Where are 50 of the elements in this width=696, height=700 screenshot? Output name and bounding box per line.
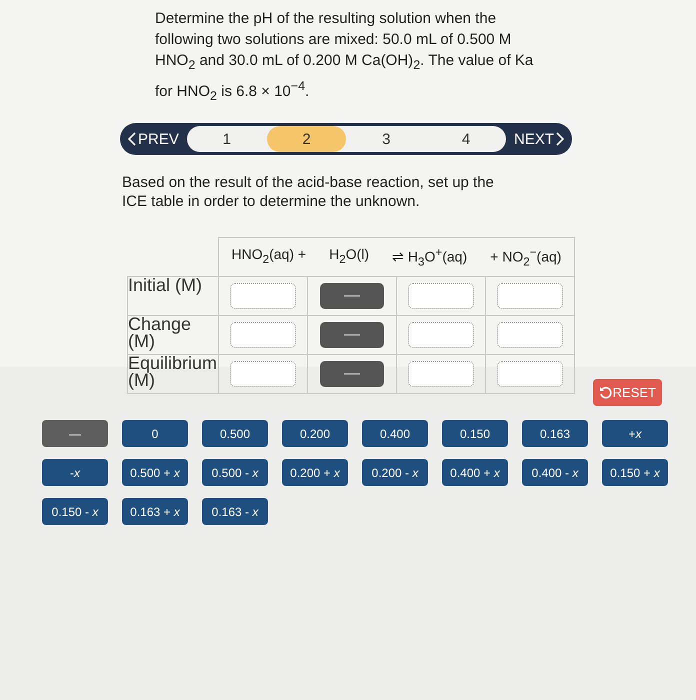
answer-tile[interactable]: 0 bbox=[122, 420, 188, 447]
answer-tile[interactable]: 0.200 + x bbox=[282, 459, 348, 486]
question-text: Determine the pH of the resulting solution when the following two solutions are mixed: 50.0 mL of 0.500 M HNO$_{2}$ and 30.0 mL of 0.200 M Ca(OH)$_{2}$. The value of Ka for HNO$_{2}$ is 6.8 × 10$^{−4}$. bbox=[155, 9, 534, 105]
equation-term: + NO$_{2}$$^{−}$(aq) bbox=[490, 246, 562, 268]
chevron-right-icon bbox=[556, 132, 564, 146]
answer-tile[interactable]: — bbox=[42, 420, 108, 447]
drop-slot[interactable] bbox=[408, 322, 474, 348]
drop-slot[interactable] bbox=[408, 361, 474, 387]
answer-tile[interactable]: 0.200 - x bbox=[362, 459, 428, 486]
row-label: Initial (M) bbox=[128, 275, 202, 295]
answer-tile[interactable]: 0.500 bbox=[202, 420, 268, 447]
disabled-slot: — bbox=[320, 283, 384, 309]
drop-slot[interactable] bbox=[497, 361, 563, 387]
drop-slot[interactable] bbox=[230, 361, 296, 387]
row-label: Equilibrium (M) bbox=[128, 353, 218, 390]
row-label: Change (M) bbox=[128, 314, 192, 351]
step-tab[interactable]: 1 bbox=[186, 126, 267, 152]
disabled-slot: — bbox=[320, 322, 384, 348]
equation-term: ⇌ H$_{3}$O$^{+}$(aq) bbox=[392, 246, 468, 268]
next-button[interactable]: NEXT bbox=[506, 130, 572, 148]
drop-slot[interactable] bbox=[230, 322, 296, 348]
answer-tile[interactable]: 0.150 + x bbox=[602, 459, 668, 486]
step-tab[interactable]: 3 bbox=[346, 126, 426, 152]
answer-tile[interactable]: 0.150 bbox=[442, 420, 508, 447]
answer-tile[interactable]: 0.400 + x bbox=[442, 459, 508, 486]
prev-button[interactable]: PREV bbox=[120, 130, 187, 148]
answer-tile[interactable]: 0.200 bbox=[282, 420, 348, 447]
step-tab[interactable]: 4 bbox=[426, 126, 506, 152]
step-tab[interactable]: 2 bbox=[266, 126, 346, 152]
answer-tile[interactable]: +x bbox=[602, 420, 668, 447]
answer-tile[interactable]: 0.163 - x bbox=[202, 498, 268, 525]
answer-tile[interactable]: 0.400 bbox=[362, 420, 428, 447]
chevron-left-icon bbox=[128, 132, 136, 146]
answer-tile[interactable]: 0.163 bbox=[522, 420, 588, 447]
reset-icon bbox=[598, 386, 613, 400]
drop-slot[interactable] bbox=[497, 283, 563, 309]
answer-tile[interactable]: 0.400 - x bbox=[522, 459, 588, 486]
answer-tile[interactable]: 0.500 - x bbox=[202, 459, 268, 486]
drop-slot[interactable] bbox=[497, 322, 563, 348]
answer-tile[interactable]: 0.500 + x bbox=[122, 459, 188, 486]
drop-slot[interactable] bbox=[230, 283, 296, 309]
instruction-text: Based on the result of the acid-base reaction, set up the ICE table in order to determine the unknown. bbox=[122, 173, 495, 211]
drop-slot[interactable] bbox=[408, 283, 474, 309]
equation-term: HNO$_{2}$(aq) + bbox=[232, 246, 306, 268]
disabled-slot: — bbox=[320, 361, 384, 387]
reset-button[interactable]: RESET bbox=[592, 379, 662, 406]
answer-tile[interactable]: 0.163 + x bbox=[122, 498, 188, 525]
equation-term: H$_{2}$O(l) bbox=[329, 246, 370, 268]
answer-tile[interactable]: 0.150 - x bbox=[42, 498, 108, 525]
answer-tile[interactable]: -x bbox=[42, 459, 108, 486]
